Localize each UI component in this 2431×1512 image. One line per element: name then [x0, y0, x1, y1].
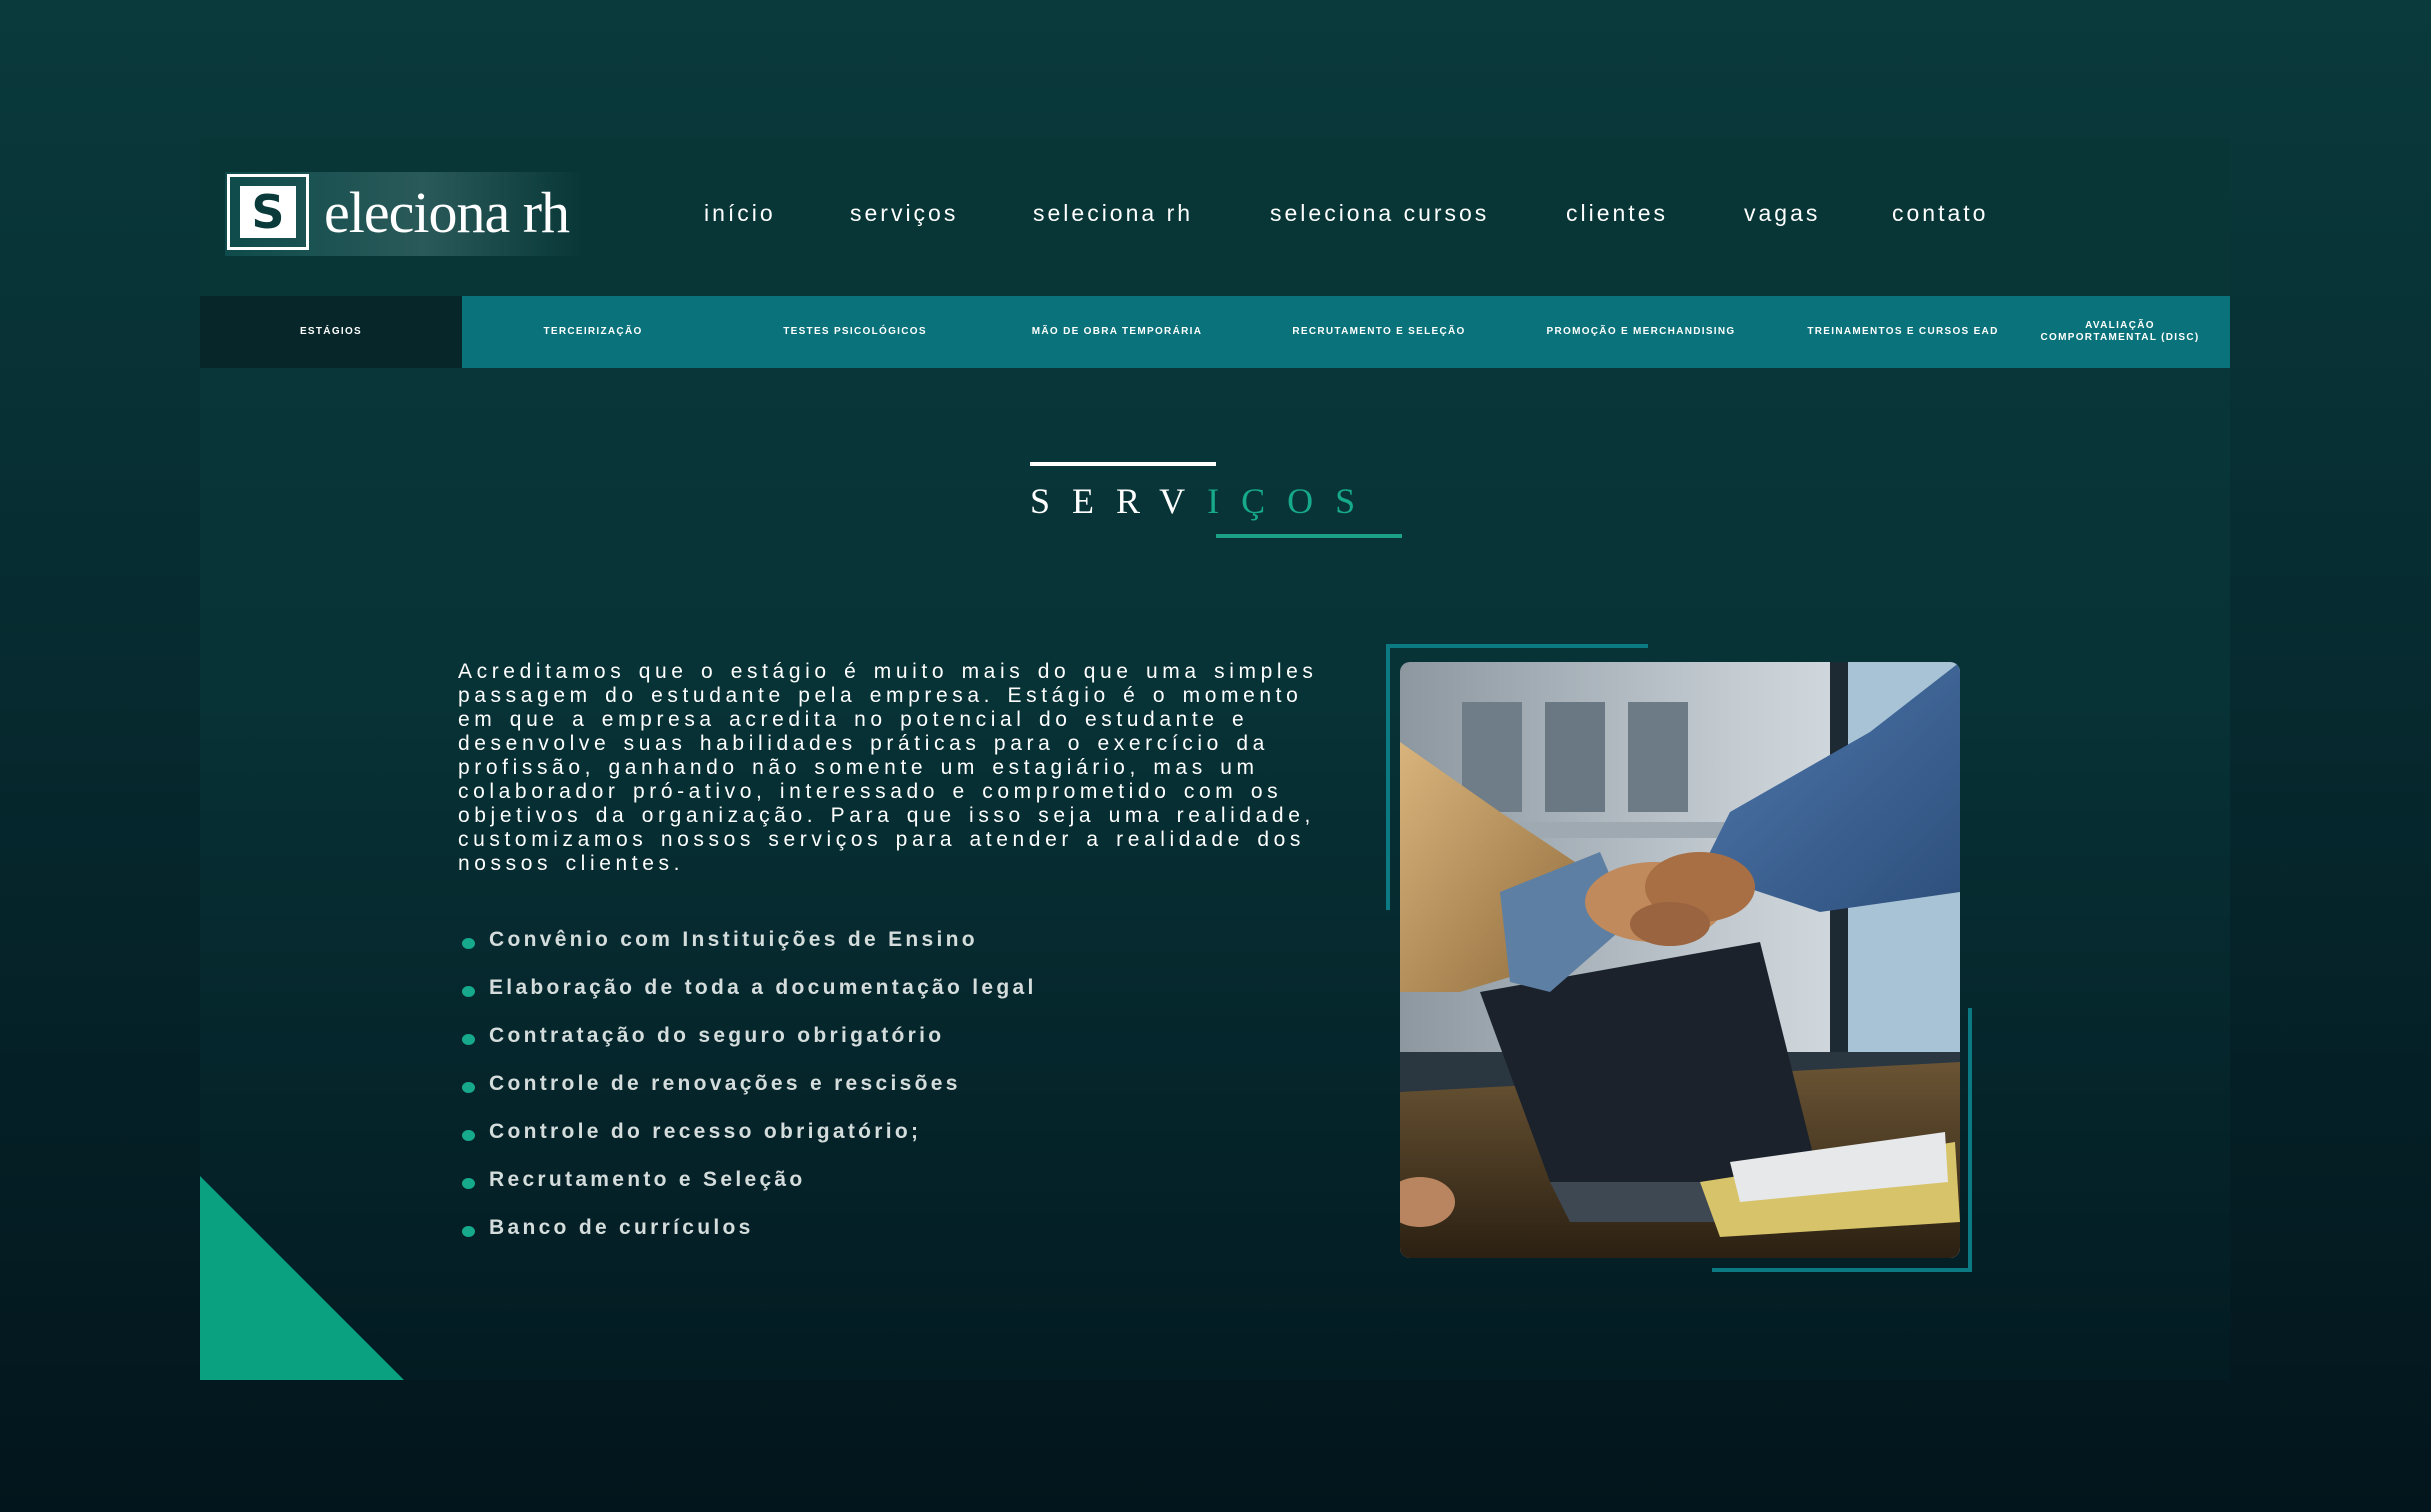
bullet-dot-icon: [462, 1178, 475, 1189]
nav-seleciona-rh[interactable]: seleciona rh: [1033, 200, 1193, 227]
nav-inicio[interactable]: início: [704, 200, 776, 227]
decorative-triangle: [200, 1176, 404, 1380]
list-item-label: Banco de currículos: [489, 1216, 754, 1239]
list-item: Controle de renovações e rescisões: [462, 1072, 1037, 1120]
section-title-part1: SERV: [1030, 481, 1208, 521]
title-top-rule: [1030, 462, 1216, 466]
site-header: S eleciona rh início serviços seleciona …: [200, 138, 2230, 296]
services-list: Convênio com Instituições de Ensino Elab…: [462, 928, 1037, 1264]
list-item: Recrutamento e Seleção: [462, 1168, 1037, 1216]
main-nav: início serviços seleciona rh seleciona c…: [200, 138, 2230, 296]
services-subnav: ESTÁGIOS TERCEIRIZAÇÃO TESTES PSICOLÓGIC…: [200, 296, 2230, 368]
subnav-estagios[interactable]: ESTÁGIOS: [200, 296, 462, 368]
list-item-label: Convênio com Instituições de Ensino: [489, 928, 978, 951]
nav-servicos[interactable]: serviços: [850, 200, 958, 227]
bullet-dot-icon: [462, 1082, 475, 1093]
list-item-label: Contratação do seguro obrigatório: [489, 1024, 945, 1047]
list-item: Elaboração de toda a documentação legal: [462, 976, 1037, 1024]
nav-clientes[interactable]: clientes: [1566, 200, 1668, 227]
list-item-label: Recrutamento e Seleção: [489, 1168, 806, 1191]
bullet-dot-icon: [462, 1226, 475, 1237]
handshake-photo: [1400, 662, 1960, 1258]
subnav-testes-psicologicos[interactable]: TESTES PSICOLÓGICOS: [724, 296, 986, 368]
image-frame-line: [1386, 644, 1648, 648]
subnav-mao-de-obra-temporaria[interactable]: MÃO DE OBRA TEMPORÁRIA: [986, 296, 1248, 368]
image-frame-line: [1712, 1268, 1972, 1272]
subnav-promocao-e-merchandising[interactable]: PROMOÇÃO E MERCHANDISING: [1510, 296, 1772, 368]
title-bottom-rule: [1216, 534, 1402, 538]
subnav-terceirizacao[interactable]: TERCEIRIZAÇÃO: [462, 296, 724, 368]
bullet-dot-icon: [462, 986, 475, 997]
subnav-avaliacao-comportamental[interactable]: AVALIAÇÃO COMPORTAMENTAL (DISC): [2034, 296, 2206, 368]
nav-vagas[interactable]: vagas: [1744, 200, 1820, 227]
list-item: Banco de currículos: [462, 1216, 1037, 1264]
list-item: Controle do recesso obrigatório;: [462, 1120, 1037, 1168]
list-item-label: Elaboração de toda a documentação legal: [489, 976, 1037, 999]
section-title: SERVIÇOS: [1030, 480, 1377, 522]
subnav-treinamentos-e-cursos-ead[interactable]: TREINAMENTOS E CURSOS EAD: [1772, 296, 2034, 368]
image-frame-line: [1968, 1008, 1972, 1272]
subnav-recrutamento-e-selecao[interactable]: RECRUTAMENTO E SELEÇÃO: [1248, 296, 1510, 368]
list-item-label: Controle do recesso obrigatório;: [489, 1120, 922, 1143]
section-title-part2: IÇOS: [1207, 481, 1378, 521]
page-frame: S eleciona rh início serviços seleciona …: [200, 138, 2230, 1380]
image-frame-line: [1386, 644, 1390, 910]
bullet-dot-icon: [462, 1034, 475, 1045]
intro-paragraph: Acreditamos que o estágio é muito mais d…: [458, 660, 1318, 875]
list-item-label: Controle de renovações e rescisões: [489, 1072, 961, 1095]
list-item: Convênio com Instituições de Ensino: [462, 928, 1037, 976]
list-item: Contratação do seguro obrigatório: [462, 1024, 1037, 1072]
handshake-illustration: [1400, 662, 1960, 1258]
bullet-dot-icon: [462, 938, 475, 949]
nav-seleciona-cursos[interactable]: seleciona cursos: [1270, 200, 1489, 227]
bullet-dot-icon: [462, 1130, 475, 1141]
nav-contato[interactable]: contato: [1892, 200, 1988, 227]
